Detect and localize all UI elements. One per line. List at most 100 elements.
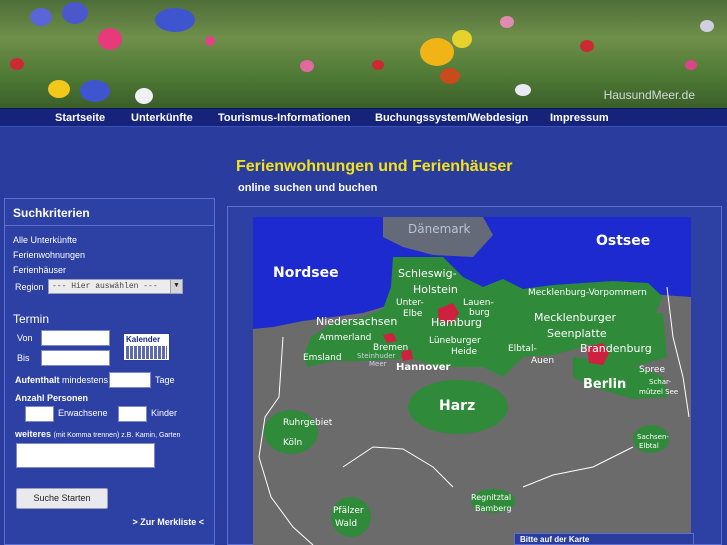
header-banner: HausundMeer.de [0, 0, 727, 108]
erwachsene-input[interactable] [25, 406, 54, 422]
label-sachsen1: Sachsen- [637, 433, 669, 441]
label-steinhuder1: Steinhuder [357, 352, 395, 360]
nav-impressum[interactable]: Impressum [550, 112, 609, 124]
region-select[interactable]: --- Hier auswählen --- ▼ [48, 279, 183, 294]
region-label: Region [15, 282, 44, 292]
brand-watermark: HausundMeer.de [603, 88, 695, 102]
aufenthalt-label: Aufenthalt mindestens [15, 375, 108, 385]
nav-startseite[interactable]: Startseite [55, 112, 105, 124]
label-spree: Spree [639, 365, 665, 375]
flower-decoration [420, 38, 454, 66]
flower-decoration [10, 58, 24, 70]
calendar-label: Kalender [126, 335, 161, 344]
aufenthalt-bold: Aufenthalt [15, 375, 60, 385]
flower-decoration [62, 2, 88, 24]
label-hamburg: Hamburg [431, 316, 482, 329]
label-unterelbe2: Elbe [403, 309, 423, 319]
page-title: Ferienwohnungen und Ferienhäuser [236, 158, 513, 175]
label-pfaelzer2: Wald [335, 519, 357, 529]
label-scharm2: mützel See [639, 388, 678, 396]
label-pfaelzer1: Pfälzer [333, 506, 364, 516]
tage-label: Tage [155, 375, 175, 385]
label-harz: Harz [439, 398, 475, 414]
link-alle-unterkuenfte[interactable]: Alle Unterkünfte [13, 235, 77, 245]
label-regnitz1: Regnitztal [471, 493, 511, 502]
main-nav: Startseite Unterkünfte Tourismus-Informa… [0, 108, 727, 127]
kinder-label: Kinder [151, 408, 178, 418]
aufenthalt-input[interactable] [109, 372, 151, 388]
termin-label: Termin [13, 312, 50, 326]
link-ferienhaeuser[interactable]: Ferienhäuser [13, 265, 66, 275]
divider [5, 225, 214, 226]
flower-decoration [440, 68, 460, 84]
flower-decoration [685, 60, 697, 70]
calendar-button[interactable]: Kalender [123, 333, 170, 361]
flower-decoration [372, 60, 384, 70]
label-mecklenburg-vp: Mecklenburg-Vorpommern [528, 288, 647, 298]
label-lauenburg1: Lauen- [463, 298, 494, 308]
label-ammerland: Ammerland [319, 333, 371, 343]
search-header: Suchkriterien [13, 206, 90, 220]
label-niedersachsen: Niedersachsen [316, 315, 397, 328]
nav-buchungssystem[interactable]: Buchungssystem/Webdesign [375, 112, 528, 124]
link-ferienwohnungen[interactable]: Ferienwohnungen [13, 250, 85, 260]
flower-decoration [700, 20, 714, 32]
flower-decoration [155, 8, 195, 32]
label-scharm1: Schar- [649, 378, 671, 386]
label-holstein: Holstein [413, 283, 458, 296]
label-nordsee: Nordsee [273, 265, 339, 281]
label-regnitz2: Bamberg [475, 504, 511, 513]
label-brandenburg: Brandenburg [580, 342, 652, 355]
weiteres-label: weiteres (mit Komma trennen) z.B. Kamin,… [15, 429, 180, 439]
label-lueneburger1: Lüneburger [429, 336, 481, 346]
label-mecklenburger1: Mecklenburger [534, 311, 617, 324]
personen-label: Anzahl Personen [15, 393, 89, 403]
label-elbtal1: Elbtal- [508, 344, 537, 354]
flower-decoration [30, 8, 52, 26]
germany-map: Dänemark Ostsee Nordsee Schleswig- Holst… [253, 217, 691, 545]
von-label: Von [17, 333, 33, 343]
label-daenemark: Dänemark [408, 222, 471, 236]
nav-unterkuenfte[interactable]: Unterkünfte [131, 112, 193, 124]
weiteres-bold: weiteres [15, 429, 52, 439]
label-berlin: Berlin [583, 377, 626, 392]
kinder-input[interactable] [118, 406, 147, 422]
region-pfaelzer-wald[interactable] [331, 497, 371, 537]
label-ruhrgebiet: Ruhrgebiet [283, 418, 333, 428]
weiteres-hint: (mit Komma trennen) z.B. Kamin, Garten [53, 432, 181, 439]
bis-label: Bis [17, 353, 30, 363]
flower-decoration [98, 28, 122, 50]
flower-decoration [580, 40, 594, 52]
label-unterelbe1: Unter- [396, 298, 424, 308]
label-lueneburger2: Heide [451, 347, 478, 357]
flower-decoration [135, 88, 153, 104]
label-emsland: Emsland [303, 353, 342, 363]
bis-date-input[interactable] [41, 350, 110, 366]
calendar-icon [126, 346, 167, 359]
label-schleswig: Schleswig- [398, 267, 457, 280]
flower-decoration [205, 36, 215, 46]
erwachsene-label: Erwachsene [58, 408, 108, 418]
flower-decoration [48, 80, 70, 98]
map-svg: Dänemark Ostsee Nordsee Schleswig- Holst… [253, 217, 691, 545]
von-date-input[interactable] [41, 330, 110, 346]
flower-decoration [452, 30, 472, 48]
merkliste-link[interactable]: > Zur Merkliste < [132, 517, 204, 527]
chevron-down-icon: ▼ [170, 280, 182, 293]
label-mecklenburger2: Seenplatte [547, 327, 607, 340]
label-sachsen2: Elbtal [639, 442, 659, 450]
flower-decoration [515, 84, 531, 96]
label-ostsee: Ostsee [596, 233, 650, 249]
label-hannover: Hannover [396, 362, 451, 373]
weiteres-textarea[interactable] [16, 443, 155, 468]
search-submit-button[interactable]: Suche Starten [16, 488, 108, 509]
label-koeln: Köln [283, 438, 302, 448]
page-subtitle: online suchen und buchen [238, 182, 378, 194]
label-elbtal2: Auen [531, 356, 554, 366]
flower-decoration [500, 16, 514, 28]
aufenthalt-rest: mindestens [62, 375, 109, 385]
region-select-value: --- Hier auswählen --- [52, 282, 158, 291]
nav-tourismus[interactable]: Tourismus-Informationen [218, 112, 350, 124]
search-panel: Suchkriterien Alle Unterkünfte Ferienwoh… [4, 198, 215, 545]
flower-decoration [80, 80, 110, 102]
